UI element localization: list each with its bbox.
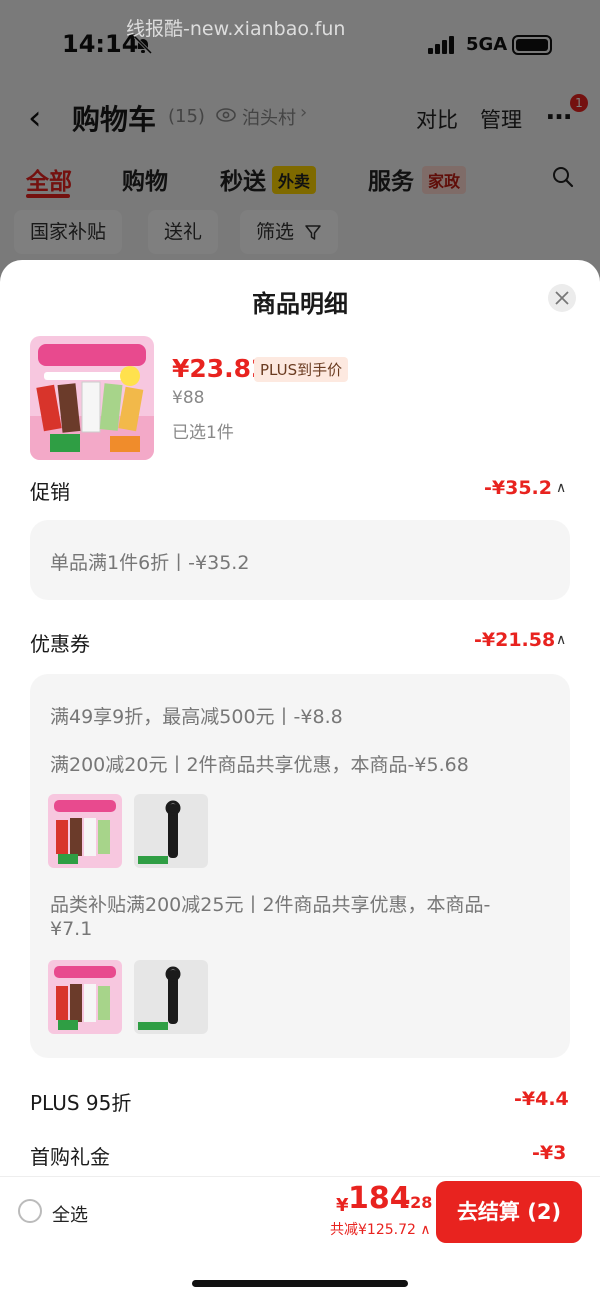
chevron-up-icon[interactable]: ∧: [556, 480, 566, 496]
total-price-integer: 184: [348, 1181, 411, 1216]
chevron-up-icon: ∧: [420, 1222, 431, 1238]
coupon-detail-text: 满49享9折，最高减500元丨-¥8.8: [50, 706, 343, 728]
product-thumbnail: [48, 960, 122, 1034]
promotion-detail-box: 单品满1件6折丨-¥35.2: [30, 520, 570, 600]
close-button[interactable]: [548, 284, 576, 312]
promotion-amount: -¥35.2: [484, 477, 552, 499]
original-price: ¥88: [172, 388, 205, 408]
coupon-detail-text-continued: ¥7.1: [50, 918, 93, 940]
close-icon: [555, 291, 569, 305]
plus-discount-amount: -¥4.4: [514, 1088, 569, 1110]
product-thumbnail: [134, 960, 208, 1034]
total-discount[interactable]: 共减¥125.72 ∧: [330, 1219, 431, 1239]
coupon-detail-text: 品类补贴满200减25元丨2件商品共享优惠，本商品-: [50, 894, 491, 916]
select-all-label[interactable]: 全选: [52, 1201, 88, 1227]
chevron-up-icon[interactable]: ∧: [556, 632, 566, 648]
total-discount-text: 共减¥125.72: [330, 1222, 416, 1238]
total-currency: ¥: [336, 1195, 349, 1216]
total-price-decimal: .28: [404, 1193, 433, 1212]
product-thumbnail: [48, 794, 122, 868]
plus-discount-label: PLUS 95折: [30, 1091, 132, 1115]
first-purchase-gift-label: 首购礼金: [30, 1145, 110, 1169]
product-image[interactable]: [30, 336, 154, 460]
promotion-detail-text: 单品满1件6折丨-¥35.2: [50, 552, 250, 574]
coupon-detail-box: 满49享9折，最高减500元丨-¥8.8 满200减20元丨2件商品共享优惠，本…: [30, 674, 570, 1058]
coupon-detail-text: 满200减20元丨2件商品共享优惠，本商品-¥5.68: [50, 754, 469, 776]
sheet-title: 商品明细: [252, 290, 348, 318]
product-thumbnail: [134, 794, 208, 868]
home-indicator[interactable]: [192, 1280, 408, 1287]
select-all-radio[interactable]: [18, 1199, 42, 1223]
promotion-label: 促销: [30, 480, 70, 504]
coupon-label: 优惠券: [30, 632, 90, 656]
item-detail-sheet: 商品明细 ¥23.82 PLUS到手价 ¥88 已选1件 促销 -¥35.2 ∧: [0, 260, 600, 1300]
first-purchase-gift-amount: -¥3: [532, 1142, 567, 1164]
checkout-button[interactable]: 去结算 (2): [436, 1181, 582, 1243]
plus-price-tag: PLUS到手价: [254, 357, 349, 382]
checkout-bar: 全选 ¥ 184 .28 共减¥125.72 ∧ 去结算 (2): [0, 1176, 600, 1248]
watermark: 线报酷-new.xianbao.fun: [126, 18, 346, 40]
coupon-amount: -¥21.58: [474, 629, 556, 651]
selected-count: 已选1件: [172, 423, 234, 443]
